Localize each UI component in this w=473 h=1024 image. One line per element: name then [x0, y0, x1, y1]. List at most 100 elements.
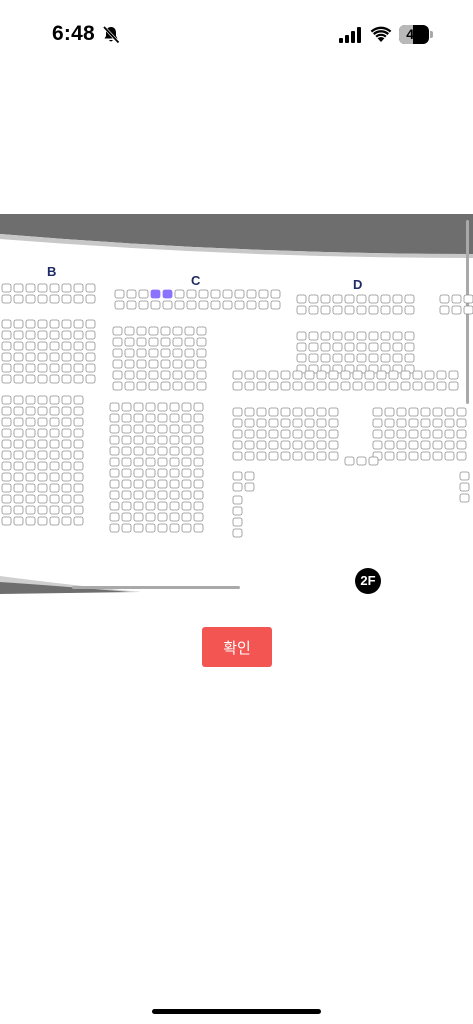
seat[interactable]	[380, 331, 391, 341]
seat[interactable]	[384, 418, 395, 428]
seat[interactable]	[384, 407, 395, 417]
seat[interactable]	[126, 300, 137, 310]
seat[interactable]	[292, 440, 303, 450]
seat[interactable]	[61, 428, 72, 438]
seat[interactable]	[174, 289, 185, 299]
seat[interactable]	[133, 501, 144, 511]
seat[interactable]	[121, 435, 132, 445]
seat[interactable]	[328, 418, 339, 428]
seat[interactable]	[432, 451, 443, 461]
seat[interactable]	[121, 523, 132, 533]
seat[interactable]	[13, 494, 24, 504]
seat[interactable]	[344, 331, 355, 341]
seat[interactable]	[396, 429, 407, 439]
seat[interactable]	[222, 289, 233, 299]
seat[interactable]	[13, 406, 24, 416]
seat[interactable]	[37, 417, 48, 427]
seat[interactable]	[432, 418, 443, 428]
seat[interactable]	[404, 294, 415, 304]
seat[interactable]	[25, 516, 36, 526]
confirm-button[interactable]: 확인	[202, 627, 272, 667]
seat[interactable]	[25, 294, 36, 304]
seat[interactable]	[49, 395, 60, 405]
seat[interactable]	[145, 501, 156, 511]
seat[interactable]	[61, 283, 72, 293]
seat[interactable]	[404, 331, 415, 341]
seat[interactable]	[1, 352, 12, 362]
seat[interactable]	[73, 472, 84, 482]
seat[interactable]	[1, 472, 12, 482]
seat[interactable]	[121, 468, 132, 478]
seat[interactable]	[109, 490, 120, 500]
seat[interactable]	[181, 512, 192, 522]
seat[interactable]	[246, 289, 257, 299]
seat[interactable]	[181, 457, 192, 467]
seat[interactable]	[133, 490, 144, 500]
seat[interactable]	[169, 501, 180, 511]
seat[interactable]	[136, 359, 147, 369]
seat[interactable]	[112, 370, 123, 380]
seat[interactable]	[157, 413, 168, 423]
seat[interactable]	[49, 417, 60, 427]
seat[interactable]	[408, 451, 419, 461]
seat[interactable]	[145, 490, 156, 500]
seat[interactable]	[25, 330, 36, 340]
seat[interactable]	[380, 294, 391, 304]
seat[interactable]	[61, 483, 72, 493]
seat[interactable]	[380, 353, 391, 363]
seat[interactable]	[1, 319, 12, 329]
seat[interactable]	[25, 283, 36, 293]
seat[interactable]	[463, 305, 473, 315]
seat[interactable]	[169, 512, 180, 522]
seat[interactable]	[61, 341, 72, 351]
seat[interactable]	[368, 305, 379, 315]
seat[interactable]	[61, 461, 72, 471]
seat[interactable]	[210, 300, 221, 310]
seat[interactable]	[256, 451, 267, 461]
seat[interactable]	[292, 418, 303, 428]
seat[interactable]	[448, 381, 459, 391]
seat[interactable]	[73, 283, 84, 293]
seat[interactable]	[169, 446, 180, 456]
seat[interactable]	[316, 440, 327, 450]
seat[interactable]	[244, 370, 255, 380]
seat[interactable]	[181, 490, 192, 500]
seat[interactable]	[184, 326, 195, 336]
seat[interactable]	[145, 468, 156, 478]
seat[interactable]	[256, 429, 267, 439]
seat[interactable]	[49, 294, 60, 304]
seat[interactable]	[372, 429, 383, 439]
seat[interactable]	[244, 482, 255, 492]
seat[interactable]	[232, 418, 243, 428]
seat[interactable]	[145, 435, 156, 445]
seat[interactable]	[37, 439, 48, 449]
seat[interactable]	[73, 494, 84, 504]
seat[interactable]	[61, 352, 72, 362]
seat[interactable]	[1, 483, 12, 493]
seat[interactable]	[296, 294, 307, 304]
seat[interactable]	[121, 424, 132, 434]
seat[interactable]	[160, 370, 171, 380]
seat[interactable]	[25, 395, 36, 405]
seat[interactable]	[388, 381, 399, 391]
seat[interactable]	[25, 417, 36, 427]
seat[interactable]	[388, 370, 399, 380]
seat[interactable]	[133, 402, 144, 412]
seat[interactable]	[37, 406, 48, 416]
seat[interactable]	[25, 439, 36, 449]
seat[interactable]	[459, 471, 470, 481]
seat[interactable]	[73, 352, 84, 362]
seat[interactable]	[124, 370, 135, 380]
seat[interactable]	[296, 331, 307, 341]
seat[interactable]	[256, 381, 267, 391]
seat[interactable]	[439, 294, 450, 304]
seat[interactable]	[61, 494, 72, 504]
seat[interactable]	[459, 482, 470, 492]
seat[interactable]	[193, 479, 204, 489]
seat[interactable]	[328, 381, 339, 391]
seat[interactable]	[85, 294, 96, 304]
seat[interactable]	[73, 516, 84, 526]
seat[interactable]	[392, 331, 403, 341]
seat[interactable]	[304, 370, 315, 380]
seat[interactable]	[13, 417, 24, 427]
